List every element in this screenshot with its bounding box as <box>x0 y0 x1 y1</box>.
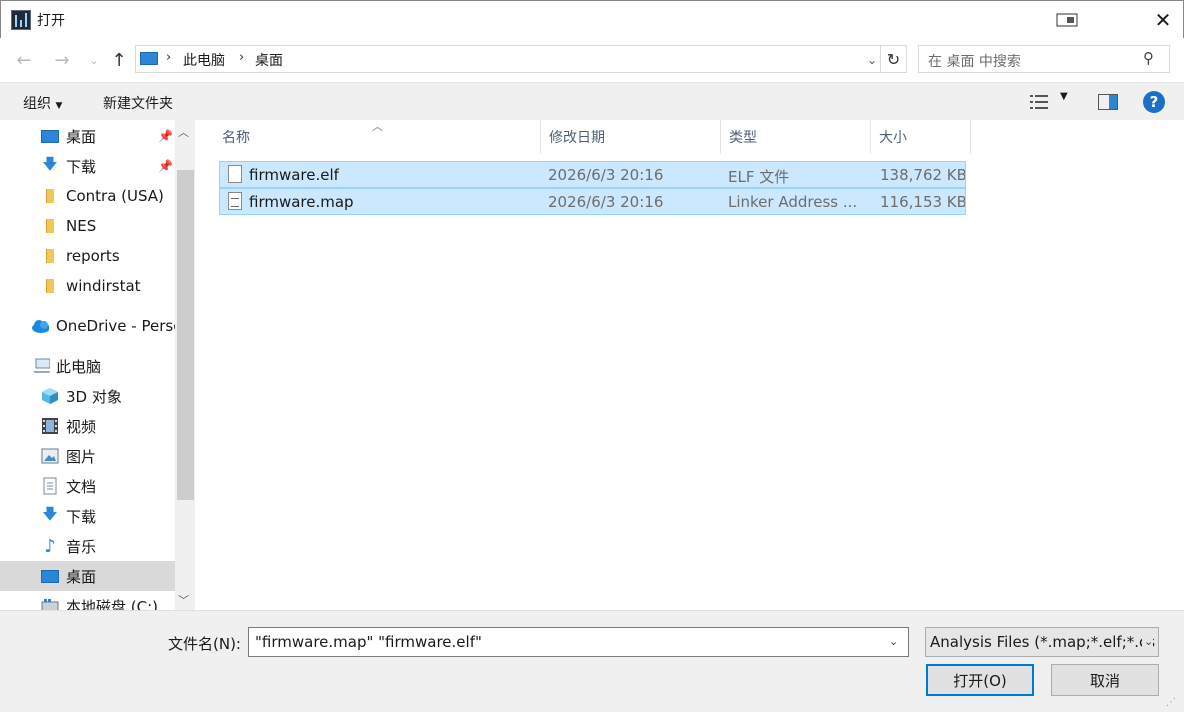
search-icon: ⚲ <box>1143 49 1154 67</box>
search-input[interactable]: 在 桌面 中搜索 ⚲ <box>918 45 1170 73</box>
up-arrow-icon: ↑ <box>111 49 127 71</box>
recent-locations-button[interactable]: ⌄ <box>82 48 106 72</box>
sidebar-item-contra-usa[interactable]: Contra (USA) <box>0 181 175 211</box>
chevron-down-icon: ⌄ <box>89 53 99 67</box>
sidebar-item-local-disk-c[interactable]: 本地磁盘 (C:) <box>0 591 175 610</box>
chevron-down-icon: ⌄ <box>866 53 878 67</box>
column-header-size[interactable]: 大小 <box>871 120 971 154</box>
help-icon[interactable]: ? <box>1143 91 1165 113</box>
sidebar-item-downloads[interactable]: 🡇 下载 <box>0 501 175 531</box>
navigation-pane: 桌面 📌 🡇 下载 📌 Contra (USA) NES reports win… <box>0 120 195 610</box>
forward-arrow-icon: → <box>54 49 70 71</box>
refresh-button[interactable]: ↻ <box>881 45 907 73</box>
scroll-up-icon[interactable]: ︿ <box>178 124 189 140</box>
sidebar-item-this-pc[interactable]: 此电脑 <box>0 351 175 381</box>
document-icon <box>41 477 59 495</box>
download-arrow-icon: 🡇 <box>42 504 58 523</box>
filename-value: "firmware.map" "firmware.elf" <box>255 633 482 651</box>
view-options-icon[interactable] <box>1030 94 1050 110</box>
cube-icon <box>41 388 59 404</box>
file-row-firmware-map[interactable]: firmware.map 2026/6/3 20:16 Linker Addre… <box>219 188 966 215</box>
preview-pane-icon[interactable] <box>1098 94 1118 110</box>
view-dropdown-caret-icon[interactable]: ▼ <box>1060 91 1068 102</box>
forward-button[interactable]: → <box>50 48 74 72</box>
folder-icon <box>41 248 59 264</box>
scroll-down-icon[interactable]: ﹀ <box>178 592 189 608</box>
sidebar-scrollbar[interactable]: ︿ ﹀ <box>175 120 195 610</box>
column-header-type[interactable]: 类型 <box>721 120 871 154</box>
sidebar-item-nes[interactable]: NES <box>0 211 175 241</box>
folder-icon <box>41 188 59 204</box>
sidebar-item-3d-objects[interactable]: 3D 对象 <box>0 381 175 411</box>
refresh-icon: ↻ <box>886 49 901 69</box>
chevron-right-icon[interactable]: › <box>166 50 171 65</box>
sidebar-item-onedrive[interactable]: OneDrive - Persc <box>0 311 175 341</box>
desktop-icon <box>41 568 59 584</box>
chevron-down-icon[interactable]: ⌄ <box>889 635 898 648</box>
resize-grip-icon[interactable]: ⋰ <box>1166 697 1176 708</box>
organize-menu-button[interactable]: 组织 ▼ <box>23 93 62 113</box>
music-note-icon: ♪ <box>44 535 56 557</box>
close-button[interactable]: ✕ <box>1141 5 1184 35</box>
open-button[interactable]: 打开(O) <box>926 664 1034 696</box>
folder-icon <box>41 218 59 234</box>
back-button[interactable]: ← <box>12 48 36 72</box>
dropdown-caret-icon: ▼ <box>55 101 63 111</box>
address-dropdown-button[interactable]: ⌄ <box>862 48 882 72</box>
picture-icon <box>41 448 59 464</box>
bottom-panel: 文件名(N): "firmware.map" "firmware.elf" ⌄ … <box>0 610 1184 712</box>
close-icon: ✕ <box>1154 8 1172 32</box>
title-bar: 打开 ✕ <box>0 0 1184 38</box>
file-type-filter-select[interactable]: Analysis Files (*.map;*.elf;*.cs ⌄ <box>925 627 1159 657</box>
filename-input[interactable]: "firmware.map" "firmware.elf" ⌄ <box>248 627 909 657</box>
text-file-icon <box>228 192 242 210</box>
sidebar-item-desktop-pinned[interactable]: 桌面 📌 <box>0 121 175 151</box>
snap-layout-button[interactable] <box>1047 7 1087 33</box>
desktop-icon <box>41 128 59 144</box>
pin-icon: 📌 <box>158 129 173 143</box>
sidebar-item-music[interactable]: ♪ 音乐 <box>0 531 175 561</box>
drive-icon <box>41 598 59 610</box>
window-title: 打开 <box>37 13 65 29</box>
film-icon <box>41 418 59 434</box>
column-header-date[interactable]: 修改日期 <box>541 120 721 154</box>
column-header-name[interactable]: 名称 <box>214 120 541 154</box>
command-toolbar: 组织 ▼ 新建文件夹 ▼ ? <box>0 82 1184 120</box>
computer-icon <box>32 358 50 374</box>
breadcrumb-desktop[interactable]: 桌面 <box>255 50 283 70</box>
navigation-bar: ← → ⌄ ↑ › 此电脑 › 桌面 ⌄ ↻ 在 桌面 中搜索 ⚲ <box>0 38 1184 82</box>
cancel-button[interactable]: 取消 <box>1051 664 1159 696</box>
back-arrow-icon: ← <box>16 49 32 71</box>
file-list: ︿ 名称 修改日期 类型 大小 firmware.elf 2026/6/3 20… <box>195 120 1184 610</box>
chevron-right-icon[interactable]: › <box>239 50 244 65</box>
address-bar[interactable]: › 此电脑 › 桌面 ⌄ <box>135 45 881 73</box>
snap-icon <box>1056 13 1078 27</box>
sidebar-item-documents[interactable]: 文档 <box>0 471 175 501</box>
app-icon <box>11 10 31 30</box>
computer-icon <box>140 52 158 65</box>
breadcrumb-this-pc[interactable]: 此电脑 <box>183 50 225 70</box>
sidebar-item-downloads-pinned[interactable]: 🡇 下载 📌 <box>0 151 175 181</box>
filename-label: 文件名(N): <box>168 635 241 653</box>
file-type-filter-value: Analysis Files (*.map;*.elf;*.cs <box>930 633 1156 651</box>
sidebar-item-windirstat[interactable]: windirstat <box>0 271 175 301</box>
chevron-down-icon: ⌄ <box>1142 635 1154 648</box>
sidebar-item-pictures[interactable]: 图片 <box>0 441 175 471</box>
search-placeholder: 在 桌面 中搜索 <box>928 54 1021 70</box>
folder-icon <box>41 278 59 294</box>
cloud-icon <box>31 318 49 334</box>
download-arrow-icon: 🡇 <box>42 154 58 173</box>
sidebar-item-reports[interactable]: reports <box>0 241 175 271</box>
file-icon <box>228 165 242 183</box>
scrollbar-thumb[interactable] <box>177 170 194 500</box>
pin-icon: 📌 <box>158 159 173 173</box>
sidebar-item-desktop[interactable]: 桌面 <box>0 561 175 591</box>
up-button[interactable]: ↑ <box>107 48 131 72</box>
file-row-firmware-elf[interactable]: firmware.elf 2026/6/3 20:16 ELF 文件 138,7… <box>219 161 966 188</box>
new-folder-button[interactable]: 新建文件夹 <box>103 93 173 113</box>
sidebar-item-videos[interactable]: 视频 <box>0 411 175 441</box>
